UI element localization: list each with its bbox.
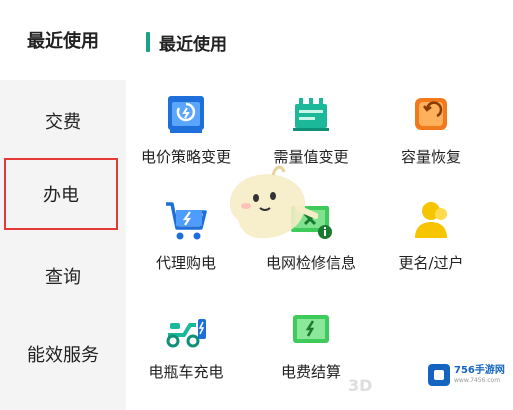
tile-label: 电费结算	[280, 363, 341, 381]
tile-ebike-charging[interactable]: 电瓶车充电	[121, 305, 251, 405]
tile-label: 电网检修信息	[265, 254, 356, 272]
category-sidebar: 最近使用 交费 办电 查询 能效服务	[0, 0, 126, 410]
user-transfer-icon	[415, 202, 447, 238]
sidebar-item-label: 交费	[45, 112, 81, 133]
price-policy-icon	[168, 96, 204, 133]
cart-bolt-icon	[166, 202, 207, 240]
section-accent-bar	[146, 32, 150, 52]
tile-rename-transfer[interactable]: 更名/过户	[366, 196, 496, 296]
sidebar-item-recent[interactable]: 最近使用	[0, 0, 126, 80]
capacity-restore-icon	[415, 98, 447, 130]
tile-label: 容量恢复	[400, 148, 461, 166]
tile-label: 电瓶车充电	[148, 363, 224, 381]
site-watermark: 756手游网 www.7456.com	[424, 360, 510, 390]
sidebar-item-label: 办电	[43, 185, 79, 206]
demand-change-icon	[293, 98, 329, 131]
watermark-name: 756手游网	[454, 365, 505, 376]
bill-settlement-icon	[293, 315, 329, 343]
service-panel: 最近使用 电价策略变更 需量值变更 容量恢复 代理购电 电网检修信息 更名/过户…	[126, 0, 513, 410]
mascot-overlay	[229, 165, 318, 239]
sidebar-item-query[interactable]: 查询	[0, 238, 126, 314]
watermark-url: www.7456.com	[454, 377, 501, 384]
sidebar-item-payment[interactable]: 交费	[0, 82, 126, 160]
tile-label: 代理购电	[155, 254, 216, 272]
faint-watermark: 3D	[348, 376, 373, 395]
sidebar-item-efficiency-service[interactable]: 能效服务	[0, 316, 126, 392]
tile-label: 更名/过户	[398, 254, 464, 272]
section-title: 最近使用	[146, 30, 227, 55]
section-title-text: 最近使用	[159, 34, 227, 55]
sidebar-item-label: 查询	[45, 267, 81, 288]
sidebar-item-apply-electricity[interactable]: 办电	[4, 158, 118, 230]
ebike-charge-icon	[166, 319, 206, 348]
sidebar-item-label: 能效服务	[27, 345, 99, 366]
sidebar-item-label: 最近使用	[27, 31, 99, 52]
watermark-logo-icon	[428, 364, 450, 386]
tile-capacity-restore[interactable]: 容量恢复	[366, 90, 496, 190]
